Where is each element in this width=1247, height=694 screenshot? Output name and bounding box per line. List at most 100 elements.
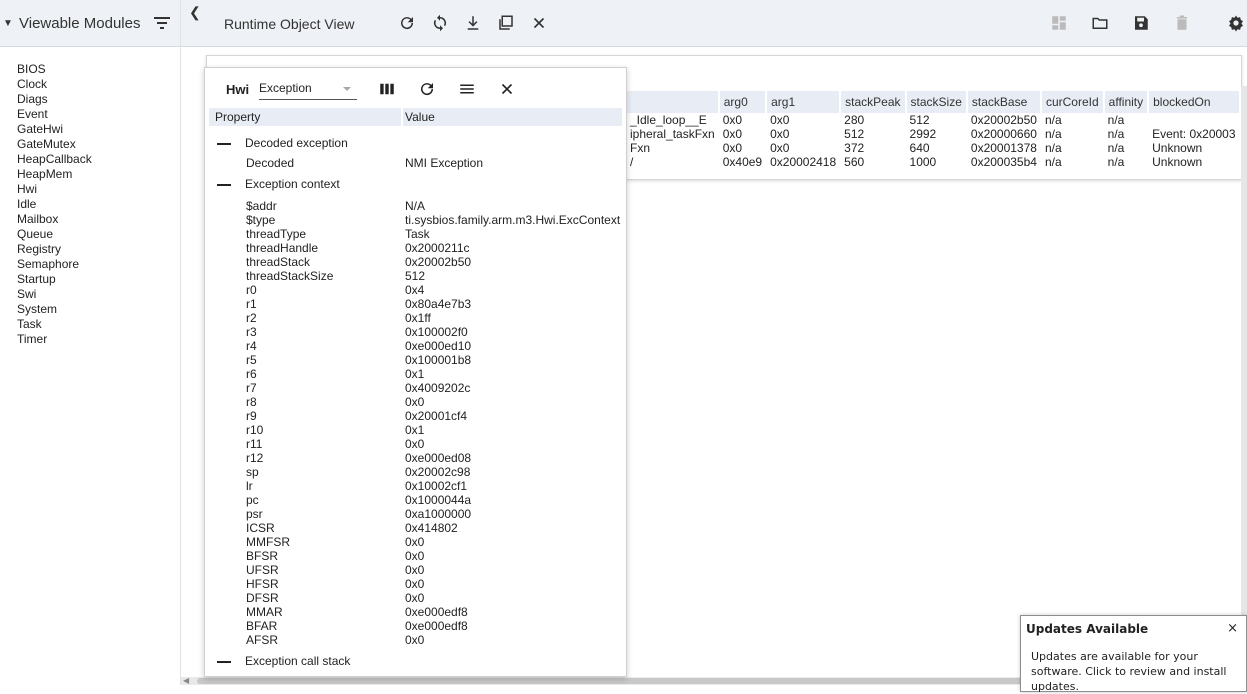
module-item[interactable]: Idle [17,197,180,212]
module-item[interactable]: Timer [17,332,180,347]
property-row: ICSR 0x414802 [205,521,626,535]
save-icon[interactable] [1132,14,1150,32]
close-icon[interactable] [498,80,516,98]
module-item[interactable]: Diags [17,92,180,107]
view-select-value: Exception [259,81,312,95]
exception-context-section[interactable]: Exception context [205,174,626,194]
module-item[interactable]: Queue [17,227,180,242]
table-cell: 0x0 [770,141,790,155]
property-value: 0x0 [405,633,425,647]
table-cell: Event: 0x20003 [1152,127,1236,141]
column-header[interactable]: curCoreId [1040,91,1105,113]
copy-icon[interactable] [497,14,515,32]
module-item[interactable]: GateMutex [17,137,180,152]
column-header[interactable]: blockedOn [1148,91,1241,113]
hwi-exception-window: Hwi Exception Property Value Decoded exc… [204,67,627,677]
property-row: sp 0x20002c98 [205,465,626,479]
value-column-header: Value [405,110,435,124]
property-value: 0xe000ed10 [405,339,472,353]
collapse-icon[interactable] [217,143,231,145]
column-header[interactable]: arg0 [718,91,768,113]
caret-down-icon[interactable]: ▼ [3,18,15,29]
column-header[interactable]: stackPeak [840,91,907,113]
module-item[interactable]: HeapMem [17,167,180,182]
sync-icon[interactable] [431,14,449,32]
table-cell: 0x20002418 [770,155,837,169]
exception-call-stack-section[interactable]: Exception call stack [205,651,626,671]
table-cell: 640 [909,141,930,155]
column-header[interactable]: affinity [1103,91,1150,113]
vertical-scrollbar[interactable] [1241,86,1247,676]
notification-message[interactable]: Updates are available for your software.… [1031,649,1241,694]
settings-icon[interactable] [1227,14,1245,32]
dashboard-icon [1050,14,1068,32]
property-value: 0x100002f0 [405,325,468,339]
table-cell: n/a [1107,141,1125,155]
module-item[interactable]: HeapCallback [17,152,180,167]
table-cell: 0x20000660 [970,127,1037,141]
refresh-icon[interactable] [418,80,436,98]
table-row[interactable]: / 0x40e9 0x20002418 560 1000 0x200035b4 n/a n/a… [626,155,1240,169]
module-item[interactable]: Swi [17,287,180,302]
collapse-icon[interactable] [217,661,231,663]
module-item[interactable]: Startup [17,272,180,287]
property-key: r10 [246,423,264,437]
property-column-header: Property [215,110,261,124]
chevron-left-icon[interactable]: ❮ [189,4,201,21]
columns-icon[interactable] [378,80,396,98]
table-row[interactable]: Fxn 0x0 0x0 372 640 0x20001378 n/a n/a Unknown [626,141,1240,155]
refresh-icon[interactable] [398,14,416,32]
table-row[interactable]: ipheral_taskFxn 0x0 0x0 512 2992 0x20000660 n/… [626,127,1240,141]
module-item[interactable]: Clock [17,77,180,92]
property-value: 0x0 [405,591,425,605]
column-header[interactable]: stackBase [966,91,1042,113]
column-header[interactable] [626,91,720,113]
collapse-icon[interactable] [217,184,231,186]
property-value: 0x2000211c [405,241,470,255]
column-header[interactable]: stackSize [905,91,968,113]
table-row[interactable]: _Idle_loop__E 0x0 0x0 280 512 0x20002b50 n/a n/… [626,113,1240,127]
menu-icon[interactable] [458,80,476,98]
decoded-exception-section[interactable]: Decoded exception [205,133,626,153]
property-key: sp [246,465,259,479]
folder-icon[interactable] [1091,14,1109,32]
column-header[interactable]: arg1 [766,91,842,113]
hwi-header: Hwi Exception [205,68,626,108]
module-item[interactable]: Hwi [17,182,180,197]
property-row: MMFSR 0x0 [205,535,626,549]
module-item[interactable]: Task [17,317,180,332]
module-item[interactable]: BIOS [17,62,180,77]
property-key: DFSR [246,591,279,605]
sidebar: ▼ Viewable Modules BIOS Clock Diags Event Ga… [0,0,181,685]
updates-notification[interactable]: Updates Available × Updates are availabl… [1020,615,1247,694]
table-cell: n/a [1044,127,1062,141]
module-item[interactable]: Mailbox [17,212,180,227]
property-key: Decoded [246,156,295,170]
module-item[interactable]: Event [17,107,180,122]
table-cell: n/a [1044,141,1062,155]
module-item[interactable]: System [17,302,180,317]
property-row: DFSR 0x0 [205,591,626,605]
view-select[interactable]: Exception [259,80,357,100]
close-icon[interactable] [530,14,548,32]
module-item[interactable]: Registry [17,242,180,257]
column-divider[interactable] [401,108,403,126]
filter-icon[interactable] [154,16,171,30]
property-value: N/A [405,199,426,213]
property-key: r2 [246,311,257,325]
scroll-left-icon[interactable]: ◀ [183,676,189,685]
property-row: HFSR 0x0 [205,577,626,591]
property-row: threadHandle 0x2000211c [205,241,626,255]
property-value: 0x80a4e7b3 [405,297,472,311]
close-icon[interactable]: × [1227,621,1238,636]
property-key: r1 [246,297,257,311]
notification-title: Updates Available [1026,622,1149,636]
table-cell: Unknown [1152,155,1203,169]
module-item[interactable]: Semaphore [17,257,180,272]
download-icon[interactable] [464,14,482,32]
module-item[interactable]: GateHwi [17,122,180,137]
property-key: HFSR [246,577,279,591]
property-row: r0 0x4 [205,283,626,297]
property-value: 0x20002c98 [405,465,471,479]
property-value: 0xe000edf8 [405,619,468,633]
